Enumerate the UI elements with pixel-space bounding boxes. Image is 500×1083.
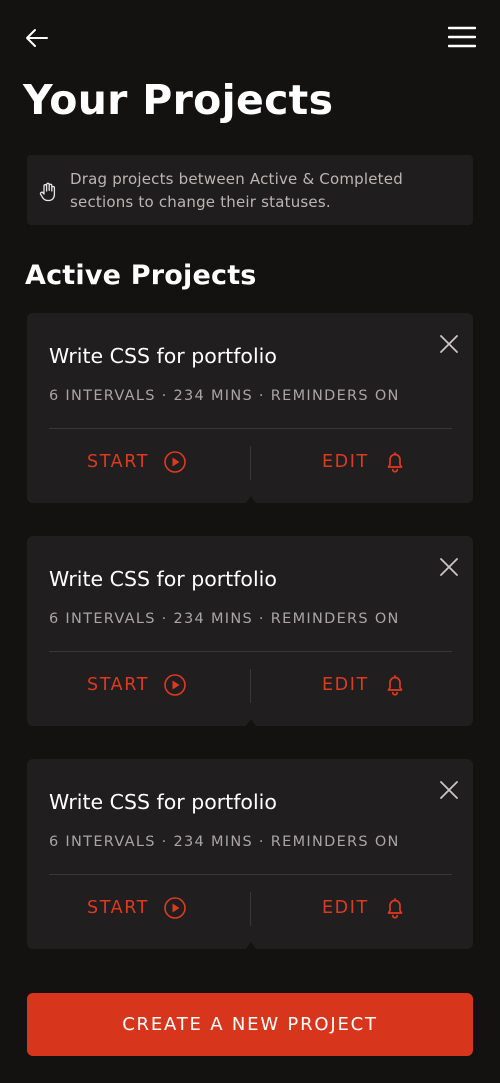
arrow-left-icon bbox=[26, 29, 48, 47]
create-project-label: CREATE A NEW PROJECT bbox=[122, 1014, 378, 1035]
project-card[interactable]: Write CSS for portfolio 6 INTERVALS · 23… bbox=[27, 759, 473, 949]
bell-icon bbox=[383, 896, 407, 920]
bell-icon bbox=[383, 450, 407, 474]
active-projects-heading: Active Projects bbox=[25, 260, 257, 291]
play-circle-icon bbox=[163, 896, 187, 920]
start-button[interactable]: START bbox=[87, 890, 187, 926]
start-button[interactable]: START bbox=[87, 667, 187, 703]
start-button[interactable]: START bbox=[87, 444, 187, 480]
edit-label: EDIT bbox=[322, 675, 369, 695]
project-title: Write CSS for portfolio bbox=[49, 567, 277, 591]
project-meta: 6 INTERVALS · 234 MINS · REMINDERS ON bbox=[49, 834, 400, 850]
play-circle-icon bbox=[163, 450, 187, 474]
project-card[interactable]: Write CSS for portfolio 6 INTERVALS · 23… bbox=[27, 313, 473, 503]
top-bar bbox=[0, 0, 500, 76]
card-vertical-divider bbox=[250, 669, 251, 703]
project-meta: 6 INTERVALS · 234 MINS · REMINDERS ON bbox=[49, 388, 400, 404]
edit-label: EDIT bbox=[322, 898, 369, 918]
close-icon bbox=[440, 558, 458, 576]
card-notch bbox=[246, 942, 256, 949]
start-label: START bbox=[87, 675, 149, 695]
bell-icon bbox=[383, 673, 407, 697]
start-label: START bbox=[87, 452, 149, 472]
play-circle-icon bbox=[163, 673, 187, 697]
card-notch bbox=[246, 719, 256, 726]
card-divider bbox=[49, 428, 452, 429]
drag-hint-banner: Drag projects between Active & Completed… bbox=[27, 155, 473, 225]
edit-label: EDIT bbox=[322, 452, 369, 472]
menu-button[interactable] bbox=[446, 23, 478, 51]
project-title: Write CSS for portfolio bbox=[49, 344, 277, 368]
page-title: Your Projects bbox=[23, 76, 334, 124]
remove-project-button[interactable] bbox=[437, 778, 461, 802]
hamburger-menu-icon bbox=[448, 26, 476, 48]
start-label: START bbox=[87, 898, 149, 918]
edit-button[interactable]: EDIT bbox=[322, 667, 407, 703]
close-icon bbox=[440, 335, 458, 353]
back-button[interactable] bbox=[22, 24, 52, 52]
card-notch bbox=[246, 496, 256, 503]
card-divider bbox=[49, 874, 452, 875]
edit-button[interactable]: EDIT bbox=[322, 444, 407, 480]
drag-hint-text: Drag projects between Active & Completed… bbox=[70, 170, 403, 211]
card-vertical-divider bbox=[250, 892, 251, 926]
hand-grab-icon bbox=[39, 182, 57, 202]
close-icon bbox=[440, 781, 458, 799]
project-meta: 6 INTERVALS · 234 MINS · REMINDERS ON bbox=[49, 611, 400, 627]
edit-button[interactable]: EDIT bbox=[322, 890, 407, 926]
project-title: Write CSS for portfolio bbox=[49, 790, 277, 814]
project-card[interactable]: Write CSS for portfolio 6 INTERVALS · 23… bbox=[27, 536, 473, 726]
remove-project-button[interactable] bbox=[437, 555, 461, 579]
card-vertical-divider bbox=[250, 446, 251, 480]
create-project-button[interactable]: CREATE A NEW PROJECT bbox=[27, 993, 473, 1056]
card-divider bbox=[49, 651, 452, 652]
remove-project-button[interactable] bbox=[437, 332, 461, 356]
